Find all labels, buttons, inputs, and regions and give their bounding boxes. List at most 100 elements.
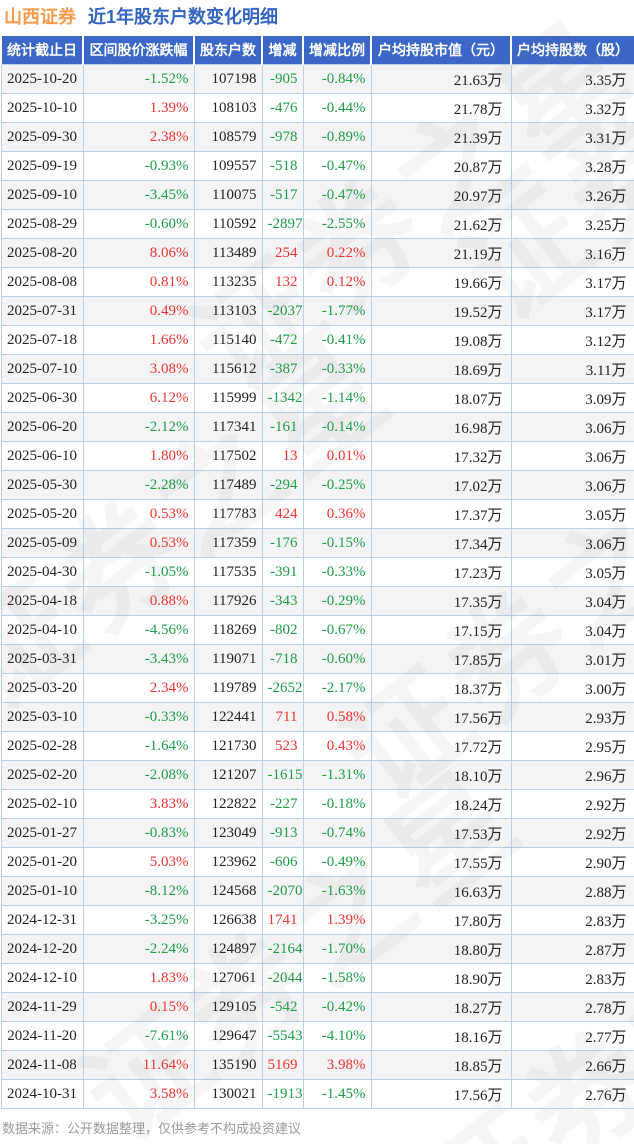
- cell-date: 2025-02-20: [1, 761, 83, 790]
- cell-delta: -343: [262, 587, 303, 616]
- table-row: 2025-07-103.08%115612-387-0.33%18.69万3.1…: [1, 355, 634, 384]
- cell-delta: -2164: [262, 935, 303, 964]
- cell-avg-market-value: 19.66万: [371, 268, 511, 297]
- cell-price-change-pct: 11.64%: [83, 1051, 194, 1080]
- cell-delta-pct: -1.77%: [303, 297, 371, 326]
- cell-delta: -978: [262, 123, 303, 152]
- cell-avg-market-value: 17.23万: [371, 558, 511, 587]
- cell-date: 2025-08-29: [1, 210, 83, 239]
- cell-price-change-pct: 0.49%: [83, 297, 194, 326]
- cell-delta: 254: [262, 239, 303, 268]
- column-header: 增减: [262, 36, 303, 65]
- cell-avg-shares: 3.16万: [511, 239, 634, 268]
- table-row: 2025-04-30-1.05%117535-391-0.33%17.23万3.…: [1, 558, 634, 587]
- cell-delta: -176: [262, 529, 303, 558]
- table-row: 2025-05-200.53%1177834240.36%17.37万3.05万: [1, 500, 634, 529]
- cell-delta: -802: [262, 616, 303, 645]
- table-row: 2025-08-080.81%1132351320.12%19.66万3.17万: [1, 268, 634, 297]
- cell-price-change-pct: 1.83%: [83, 964, 194, 993]
- column-header: 增减比例: [303, 36, 371, 65]
- cell-holder-count: 129647: [194, 1022, 262, 1051]
- cell-avg-market-value: 16.98万: [371, 413, 511, 442]
- cell-price-change-pct: 2.34%: [83, 674, 194, 703]
- cell-holder-count: 122822: [194, 790, 262, 819]
- table-row: 2025-08-29-0.60%110592-2897-2.55%21.62万3…: [1, 210, 634, 239]
- cell-price-change-pct: 3.08%: [83, 355, 194, 384]
- cell-holder-count: 123962: [194, 848, 262, 877]
- cell-holder-count: 117926: [194, 587, 262, 616]
- cell-avg-shares: 2.88万: [511, 877, 634, 906]
- cell-price-change-pct: -0.33%: [83, 703, 194, 732]
- cell-date: 2025-09-30: [1, 123, 83, 152]
- header-row: 统计截止日区间股价涨跌幅股东户数增减增减比例户均持股市值（元）户均持股数（股）: [1, 36, 634, 65]
- cell-avg-shares: 3.28万: [511, 152, 634, 181]
- cell-delta: -391: [262, 558, 303, 587]
- cell-date: 2025-05-20: [1, 500, 83, 529]
- table-row: 2025-09-19-0.93%109557-518-0.47%20.87万3.…: [1, 152, 634, 181]
- table-row: 2024-11-290.15%129105-542-0.42%18.27万2.7…: [1, 993, 634, 1022]
- cell-holder-count: 117489: [194, 471, 262, 500]
- cell-delta-pct: -0.29%: [303, 587, 371, 616]
- cell-date: 2024-10-31: [1, 1080, 83, 1109]
- cell-price-change-pct: 3.83%: [83, 790, 194, 819]
- cell-price-change-pct: 2.38%: [83, 123, 194, 152]
- cell-delta-pct: -1.14%: [303, 384, 371, 413]
- cell-avg-shares: 3.06万: [511, 529, 634, 558]
- cell-holder-count: 119789: [194, 674, 262, 703]
- page-title: 山西证券近1年股东户数变化明细: [0, 0, 634, 36]
- cell-delta: -1342: [262, 384, 303, 413]
- cell-delta: -161: [262, 413, 303, 442]
- cell-avg-market-value: 19.52万: [371, 297, 511, 326]
- cell-avg-market-value: 17.37万: [371, 500, 511, 529]
- table-row: 2024-12-31-3.25%12663817411.39%17.80万2.8…: [1, 906, 634, 935]
- cell-avg-market-value: 17.35万: [371, 587, 511, 616]
- cell-avg-shares: 2.83万: [511, 906, 634, 935]
- cell-avg-market-value: 17.15万: [371, 616, 511, 645]
- cell-holder-count: 109557: [194, 152, 262, 181]
- cell-delta-pct: -4.10%: [303, 1022, 371, 1051]
- cell-holder-count: 130021: [194, 1080, 262, 1109]
- cell-delta: -2044: [262, 964, 303, 993]
- cell-avg-shares: 3.04万: [511, 587, 634, 616]
- cell-avg-market-value: 19.08万: [371, 326, 511, 355]
- cell-avg-shares: 3.05万: [511, 558, 634, 587]
- cell-date: 2025-07-18: [1, 326, 83, 355]
- cell-price-change-pct: -2.12%: [83, 413, 194, 442]
- cell-delta-pct: -0.84%: [303, 65, 371, 94]
- cell-avg-market-value: 21.63万: [371, 65, 511, 94]
- cell-holder-count: 135190: [194, 1051, 262, 1080]
- cell-delta: -1615: [262, 761, 303, 790]
- cell-date: 2025-04-10: [1, 616, 83, 645]
- cell-delta-pct: -0.74%: [303, 819, 371, 848]
- cell-holder-count: 124568: [194, 877, 262, 906]
- cell-price-change-pct: -0.60%: [83, 210, 194, 239]
- cell-avg-shares: 3.17万: [511, 268, 634, 297]
- cell-delta: 1741: [262, 906, 303, 935]
- cell-avg-shares: 3.04万: [511, 616, 634, 645]
- cell-date: 2024-11-20: [1, 1022, 83, 1051]
- cell-date: 2025-09-19: [1, 152, 83, 181]
- cell-price-change-pct: -1.64%: [83, 732, 194, 761]
- cell-date: 2025-02-28: [1, 732, 83, 761]
- cell-delta-pct: -2.17%: [303, 674, 371, 703]
- cell-delta: -1913: [262, 1080, 303, 1109]
- cell-holder-count: 127061: [194, 964, 262, 993]
- cell-price-change-pct: -3.45%: [83, 181, 194, 210]
- cell-avg-market-value: 18.07万: [371, 384, 511, 413]
- cell-date: 2025-05-30: [1, 471, 83, 500]
- cell-date: 2025-01-20: [1, 848, 83, 877]
- cell-delta: 5169: [262, 1051, 303, 1080]
- cell-delta: -5543: [262, 1022, 303, 1051]
- cell-holder-count: 115999: [194, 384, 262, 413]
- cell-avg-market-value: 18.80万: [371, 935, 511, 964]
- cell-date: 2025-06-30: [1, 384, 83, 413]
- data-source-note: 数据来源：公开数据整理，仅供参考不构成投资建议: [0, 1118, 634, 1137]
- cell-avg-shares: 2.92万: [511, 790, 634, 819]
- cell-price-change-pct: 0.53%: [83, 500, 194, 529]
- column-header: 户均持股数（股）: [511, 36, 634, 65]
- cell-avg-shares: 3.25万: [511, 210, 634, 239]
- cell-price-change-pct: -3.25%: [83, 906, 194, 935]
- cell-delta-pct: -0.67%: [303, 616, 371, 645]
- cell-avg-market-value: 17.34万: [371, 529, 511, 558]
- table-row: 2025-03-10-0.33%1224417110.58%17.56万2.93…: [1, 703, 634, 732]
